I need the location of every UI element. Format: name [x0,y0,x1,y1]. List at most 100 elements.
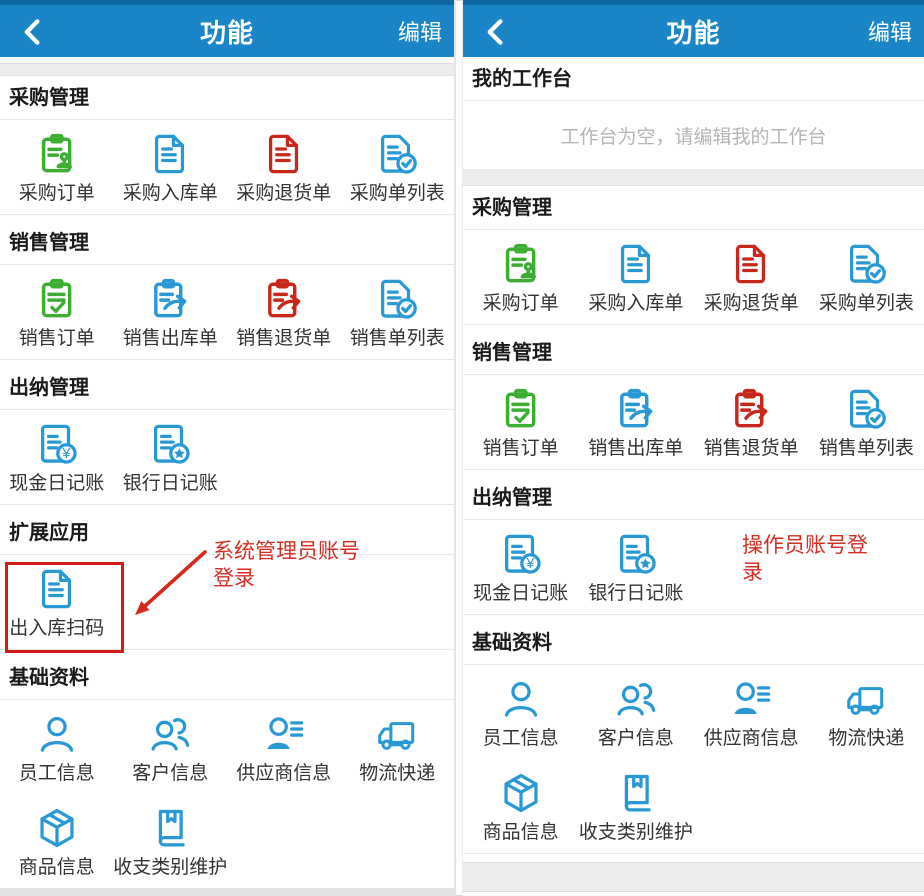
func-item-sales-list[interactable]: 销售单列表 [341,265,455,359]
edit-button[interactable]: 编辑 [398,15,442,47]
func-item-label: 供应商信息 [236,763,331,785]
edit-button[interactable]: 编辑 [868,15,912,47]
section-title: 出纳管理 [463,476,924,520]
section-cashier: 出纳管理 现金日记账 银行日记账 [0,366,454,505]
book-icon [613,770,659,816]
func-item-label: 采购单列表 [350,183,445,205]
func-item-bank-journal[interactable]: 银行日记账 [114,410,228,504]
func-item-purchase-return[interactable]: 采购退货单 [227,120,341,214]
func-item-label: 供应商信息 [704,728,799,750]
stitched-screenshots: 功能 编辑 采购管理 采购订单 采购入库单 采购退货单 [0,0,924,896]
bottom-strip [0,889,454,896]
func-item-label: 现金日记账 [473,583,568,605]
func-item-logistics-express[interactable]: 物流快递 [809,665,924,759]
func-item-purchase-order[interactable]: 采购订单 [0,120,114,214]
func-item-label: 采购入库单 [588,293,683,315]
func-item-supplier-info[interactable]: 供应商信息 [694,665,809,759]
func-item-label: 销售单列表 [350,328,445,350]
func-item-cash-journal[interactable]: 现金日记账 [0,410,114,504]
function-grid: 采购订单 采购入库单 采购退货单 采购单列表 [463,230,924,325]
func-item-purchase-order[interactable]: 采购订单 [463,230,578,324]
section-title: 采购管理 [463,186,924,230]
func-item-label: 采购单列表 [819,293,914,315]
func-item-logistics-express[interactable]: 物流快递 [341,700,455,794]
func-item-income-expense-category[interactable]: 收支类别维护 [114,794,228,888]
func-item-sales-outbound[interactable]: 销售出库单 [114,265,228,359]
section-purchase: 采购管理 采购订单 采购入库单 采购退货单 采购单列表 [0,76,454,215]
func-item-sales-outbound[interactable]: 销售出库单 [578,375,693,469]
func-item-purchase-inbound[interactable]: 采购入库单 [578,230,693,324]
func-item-sales-order[interactable]: 销售订单 [0,265,114,359]
truck-icon [374,711,420,757]
doc-yen-icon [34,421,80,467]
section-sales: 销售管理 销售订单 销售出库单 销售退货单 销售单列表 [463,331,924,470]
func-item-label: 收支类别维护 [113,857,227,879]
doc-check-icon [843,241,889,287]
section-title: 采购管理 [0,76,454,120]
func-item-sales-order[interactable]: 销售订单 [463,375,578,469]
cube-icon [498,770,544,816]
func-item-sales-return[interactable]: 销售退货单 [694,375,809,469]
doc-check-icon [374,131,420,177]
func-item-purchase-list[interactable]: 采购单列表 [341,120,455,214]
func-item-income-expense-category[interactable]: 收支类别维护 [578,759,693,853]
section-title: 基础资料 [463,621,924,665]
person-icon [498,676,544,722]
func-item-purchase-return[interactable]: 采购退货单 [694,230,809,324]
func-item-inout-scan[interactable]: 出入库扫码 [0,555,114,649]
screenshot-operator-panel: 功能 编辑 我的工作台 工作台为空，请编辑我的工作台 采购管理 采购订单 采购入… [462,0,924,896]
section-my-workbench: 我的工作台 工作台为空，请编辑我的工作台 [463,57,924,170]
section-title: 销售管理 [463,331,924,375]
func-item-sales-list[interactable]: 销售单列表 [809,375,924,469]
app-header: 功能 编辑 [463,0,924,57]
doc-check-icon [374,276,420,322]
func-item-purchase-list[interactable]: 采购单列表 [809,230,924,324]
func-item-label: 收支类别维护 [579,822,693,844]
func-item-sales-return[interactable]: 销售退货单 [227,265,341,359]
clipboard-check-icon [498,386,544,432]
func-item-label: 采购订单 [483,293,559,315]
func-item-label: 出入库扫码 [9,618,104,640]
doc-lines-icon [613,241,659,287]
person-icon [34,711,80,757]
app-header: 功能 编辑 [0,0,454,57]
func-item-product-info[interactable]: 商品信息 [463,759,578,853]
doc-star-icon [147,421,193,467]
clipboard-arrow-icon [261,276,307,322]
func-item-label: 采购退货单 [704,293,799,315]
func-item-label: 员工信息 [19,763,95,785]
func-item-supplier-info[interactable]: 供应商信息 [227,700,341,794]
func-item-label: 客户信息 [598,728,674,750]
doc-lines-icon [261,131,307,177]
func-item-cash-journal[interactable]: 现金日记账 [463,520,578,614]
clipboard-stamp-icon [498,241,544,287]
doc-lines-icon [147,131,193,177]
func-item-label: 采购入库单 [123,183,218,205]
function-grid: 采购订单 采购入库单 采购退货单 采购单列表 [0,120,454,215]
func-item-employee-info[interactable]: 员工信息 [463,665,578,759]
func-item-product-info[interactable]: 商品信息 [0,794,114,888]
cube-icon [34,805,80,851]
func-item-label: 物流快递 [359,763,435,785]
screenshot-admin-panel: 功能 编辑 采购管理 采购订单 采购入库单 采购退货单 [0,0,456,896]
func-item-purchase-inbound[interactable]: 采购入库单 [114,120,228,214]
func-item-customer-info[interactable]: 客户信息 [578,665,693,759]
func-item-employee-info[interactable]: 员工信息 [0,700,114,794]
doc-lines-icon [728,241,774,287]
func-item-label: 采购订单 [19,183,95,205]
func-item-customer-info[interactable]: 客户信息 [114,700,228,794]
func-item-label: 销售订单 [19,328,95,350]
doc-star-icon [613,531,659,577]
section-basic-data: 基础资料 员工信息 客户信息 供应商信息 物流快递 [0,656,454,889]
clipboard-stamp-icon [34,131,80,177]
truck-icon [843,676,889,722]
function-grid: 销售订单 销售出库单 销售退货单 销售单列表 [463,375,924,470]
section-sales: 销售管理 销售订单 销售出库单 销售退货单 销售单列表 [0,221,454,360]
func-item-label: 商品信息 [19,857,95,879]
func-item-bank-journal[interactable]: 银行日记账 [578,520,693,614]
func-item-label: 现金日记账 [9,473,104,495]
section-title: 扩展应用 [0,511,454,555]
doc-yen-icon [498,531,544,577]
func-item-label: 销售出库单 [588,438,683,460]
func-item-label: 销售退货单 [704,438,799,460]
